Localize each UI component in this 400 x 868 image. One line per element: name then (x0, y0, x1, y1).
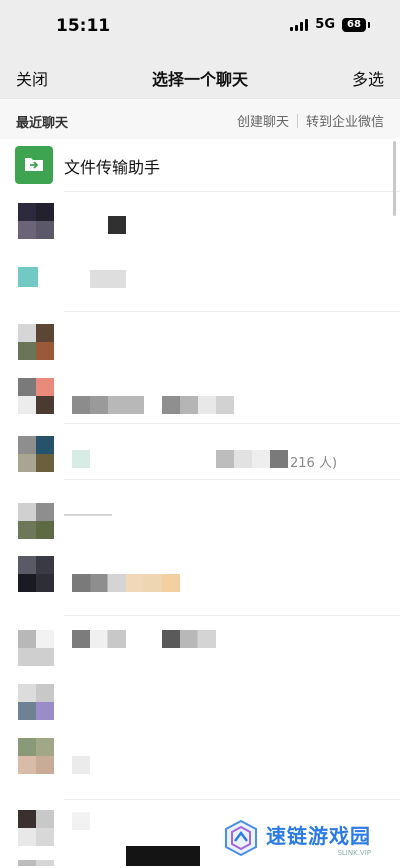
member-count: 216 人) (290, 456, 338, 471)
watermark: 速链游戏园 SLINK.VIP (222, 816, 392, 860)
watermark-brand: 速链游戏园 (266, 823, 371, 848)
blurred-name (90, 270, 126, 288)
nav-bar: 关闭 选择一个聊天 多选 (0, 54, 400, 98)
list-item[interactable] (0, 536, 400, 616)
status-bar: 15:11 5G 68 (0, 0, 400, 54)
blurred-name (72, 574, 180, 592)
list-item[interactable] (0, 192, 400, 252)
battery-icon: 68 (342, 17, 370, 32)
blurred-name (162, 630, 216, 648)
close-button[interactable]: 关闭 (16, 66, 48, 90)
page-title: 选择一个聊天 (151, 70, 248, 89)
avatar (18, 267, 38, 287)
blurred-name (72, 396, 144, 414)
blurred-name (216, 450, 288, 468)
recent-chats-header: 最近聊天 创建聊天 转到企业微信 (0, 98, 400, 139)
avatar (18, 203, 54, 239)
signal-icon (290, 18, 309, 31)
blurred-name (64, 514, 112, 516)
brand-logo-icon (225, 819, 257, 857)
actions-divider (296, 113, 298, 128)
blurred-name (72, 450, 90, 468)
blurred-name (162, 396, 234, 414)
watermark-text: 速链游戏园 SLINK.VIP (266, 820, 371, 857)
create-chat-link[interactable]: 创建聊天 (237, 111, 289, 130)
list-item[interactable] (0, 368, 400, 424)
multi-select-button[interactable]: 多选 (352, 66, 384, 90)
blurred-name (108, 216, 126, 234)
list-item[interactable] (0, 860, 400, 868)
section-label: 最近聊天 (16, 116, 69, 131)
list-item[interactable] (0, 480, 400, 539)
blurred-name (72, 630, 126, 648)
battery-level: 68 (347, 19, 361, 30)
avatar (18, 556, 54, 592)
list-item[interactable] (0, 252, 400, 312)
avatar (18, 810, 54, 846)
blurred-name (72, 756, 90, 774)
avatar (18, 324, 54, 360)
section-actions: 创建聊天 转到企业微信 (237, 111, 384, 130)
list-item[interactable] (0, 616, 400, 672)
list-item[interactable]: 216 人) (0, 424, 400, 480)
list-item[interactable] (0, 312, 400, 368)
list-item-file-helper[interactable]: 文件传输助手 (0, 138, 400, 192)
avatar (18, 378, 54, 414)
list-item[interactable] (0, 728, 400, 800)
avatar (18, 684, 54, 720)
scrollbar[interactable] (393, 141, 396, 216)
folder-icon (15, 146, 53, 184)
forward-wecom-link[interactable]: 转到企业微信 (306, 111, 384, 130)
avatar (18, 436, 54, 472)
watermark-url: SLINK.VIP (337, 848, 371, 857)
network-label: 5G (315, 17, 335, 32)
blurred-name (72, 812, 90, 830)
status-indicators: 5G 68 (290, 17, 370, 32)
avatar (18, 860, 54, 866)
status-time: 15:11 (56, 16, 111, 36)
avatar (18, 738, 54, 774)
avatar (18, 630, 54, 666)
avatar (18, 503, 54, 539)
list-item[interactable] (0, 672, 400, 728)
file-helper-name: 文件传输助手 (64, 158, 161, 177)
